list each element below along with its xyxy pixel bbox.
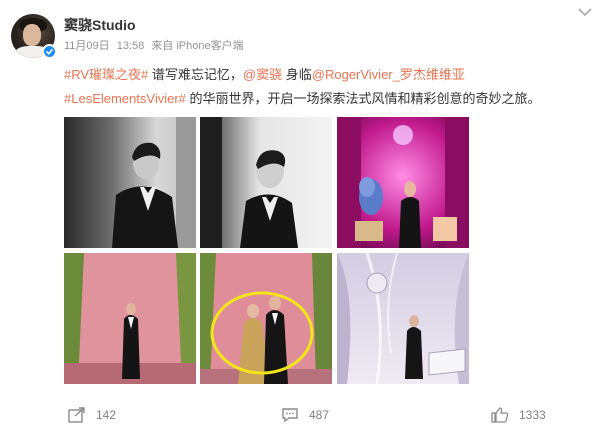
photo-1[interactable] <box>64 117 196 248</box>
post-text-segment: 谱写难忘记忆， <box>148 67 243 82</box>
repost-count: 142 <box>96 408 117 422</box>
mention-link[interactable]: @RogerVivier_罗杰维维亚 <box>312 67 465 82</box>
post-time[interactable]: 13:58 <box>117 40 145 52</box>
author-name[interactable]: 窦骁Studio <box>64 15 136 35</box>
photo-6[interactable] <box>337 253 469 384</box>
repost-button[interactable]: 142 <box>68 406 116 424</box>
comment-icon <box>282 408 298 423</box>
post-text-segment: 身临 <box>282 67 312 82</box>
repost-icon <box>68 407 85 423</box>
post-source: 来自 iPhone客户端 <box>151 40 244 52</box>
action-bar: 142 487 1333 <box>0 396 607 430</box>
photo-5[interactable] <box>200 253 332 384</box>
chevron-down-icon[interactable] <box>577 6 593 18</box>
weibo-post-card: 窦骁Studio 11月09日 13:58 来自 iPhone客户端 #RV璀璨… <box>0 0 607 430</box>
verified-badge-icon <box>42 44 57 59</box>
mention-link[interactable]: @窦骁 <box>243 67 282 82</box>
like-button[interactable]: 1333 <box>491 406 546 424</box>
like-icon <box>491 407 509 423</box>
comment-count: 487 <box>309 408 330 422</box>
post-text-segment: 的华丽世界，开启一场探索法式风情和精彩创意的奇妙之旅。 <box>185 91 541 106</box>
photo-3[interactable] <box>337 117 469 248</box>
like-count: 1333 <box>519 408 546 422</box>
post-text: #RV璀璨之夜# 谱写难忘记忆，@窦骁 身临@RogerVivier_罗杰维维亚… <box>64 63 584 111</box>
photo-grid <box>64 117 474 385</box>
hashtag-link[interactable]: #LesElementsVivier# <box>64 91 186 106</box>
comment-button[interactable]: 487 <box>281 406 329 424</box>
photo-2[interactable] <box>200 117 332 248</box>
post-meta: 11月09日 13:58 来自 iPhone客户端 <box>64 37 248 53</box>
photo-4[interactable] <box>64 253 196 384</box>
post-date[interactable]: 11月09日 <box>64 40 110 52</box>
hashtag-link[interactable]: #RV璀璨之夜# <box>64 67 148 82</box>
